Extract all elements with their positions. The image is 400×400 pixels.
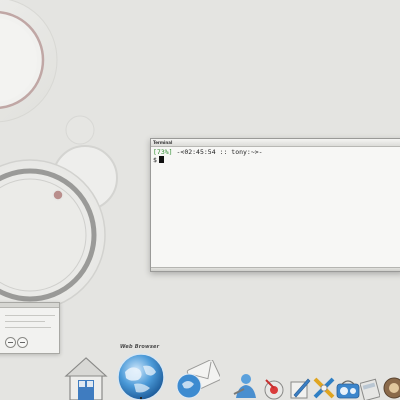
home-icon[interactable] xyxy=(64,356,108,400)
terminal-bottom-edge[interactable] xyxy=(151,267,400,271)
terminal-prompt-line: [73%] -<02:45:54 :: tony:~>- xyxy=(153,148,400,156)
terminal-titlebar[interactable]: Terminal xyxy=(151,139,400,147)
thumbnail-line xyxy=(5,321,45,322)
thumbnail-line xyxy=(5,315,55,316)
pen-icon[interactable] xyxy=(288,376,312,400)
dock-hover-label: Web Browser xyxy=(120,344,160,350)
preferences-icon[interactable] xyxy=(262,376,286,400)
terminal-input-line[interactable]: $ xyxy=(153,156,400,164)
terminal-title: Terminal xyxy=(153,140,173,145)
battery-indicator: [73%] xyxy=(153,148,173,156)
prompt-symbol: $ xyxy=(153,156,157,164)
terminal-window[interactable]: Terminal [73%] -<02:45:54 :: tony:~>- $ xyxy=(150,138,400,272)
mail-icon[interactable] xyxy=(174,360,220,400)
system-icon[interactable] xyxy=(382,376,400,400)
running-indicator xyxy=(140,397,142,399)
thumbnail-line xyxy=(5,327,51,328)
prompt-info: -<02:45:54 :: tony:~>- xyxy=(172,148,263,156)
thumbnail-button xyxy=(17,337,28,348)
thumbnail-button xyxy=(5,337,16,348)
player-icon[interactable] xyxy=(336,378,360,400)
terminal-output[interactable]: [73%] -<02:45:54 :: tony:~>- $ xyxy=(151,147,400,267)
calculator-icon[interactable] xyxy=(360,378,380,400)
text-cursor xyxy=(158,156,164,163)
globe-icon[interactable] xyxy=(116,352,166,400)
tools-icon[interactable] xyxy=(312,376,336,400)
thumbnail-titlebar xyxy=(0,303,59,308)
user-icon[interactable] xyxy=(232,372,260,400)
window-thumbnail[interactable] xyxy=(0,302,60,354)
